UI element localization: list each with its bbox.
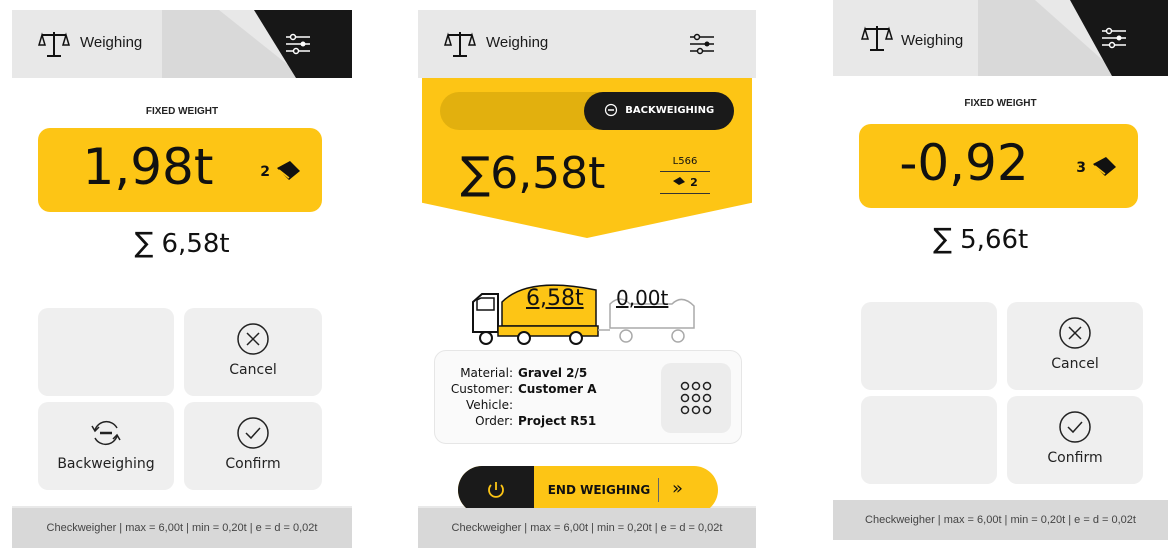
weighing-card: FIXED WEIGHT 1,98t 2 ∑ 6,58t Cancel Back… bbox=[12, 78, 352, 506]
sum-weight-line: ∑ 5,66t bbox=[833, 222, 1168, 255]
bucket-count: 2 bbox=[690, 176, 698, 189]
keypad-button[interactable] bbox=[661, 363, 731, 433]
bucket-icon bbox=[1093, 157, 1116, 176]
truck-weight: 6,58t bbox=[526, 286, 584, 311]
sigma-icon: ∑ bbox=[933, 222, 952, 255]
power-icon bbox=[488, 482, 504, 498]
total-weight-value: 6,58t bbox=[490, 148, 606, 199]
total-weight: ∑6,58t bbox=[418, 148, 648, 199]
toggle-knob: BACKWEIGHING bbox=[584, 92, 734, 130]
end-weighing-bar[interactable]: END WEIGHING » bbox=[458, 466, 718, 514]
order-row: Order: Project R51 bbox=[475, 414, 597, 428]
scale-icon bbox=[444, 32, 476, 57]
sum-weight: 6,58t bbox=[161, 229, 230, 259]
current-weight: 1,98t bbox=[82, 138, 214, 196]
power-button[interactable] bbox=[458, 466, 534, 514]
current-weight: -0,92 bbox=[899, 134, 1029, 192]
backweighing-button[interactable]: Backweighing bbox=[38, 402, 174, 490]
mode-label: FIXED WEIGHT bbox=[964, 98, 1037, 109]
app-title: Weighing bbox=[80, 34, 143, 51]
bucket-icon bbox=[673, 177, 686, 185]
toggle-label: BACKWEIGHING bbox=[625, 105, 715, 116]
backweighing-toggle[interactable]: BACKWEIGHING bbox=[440, 92, 734, 130]
truck-illustration bbox=[472, 284, 695, 345]
app-header: Weighing bbox=[418, 10, 756, 78]
cancel-label: Cancel bbox=[1051, 356, 1099, 372]
scale-icon bbox=[38, 32, 70, 57]
status-footer: Checkweigher | max = 6,00t | min = 0,20t… bbox=[833, 500, 1168, 540]
status-footer: Checkweigher | max = 6,00t | min = 0,20t… bbox=[418, 508, 756, 548]
backweighing-icon bbox=[91, 420, 121, 446]
empty-tile bbox=[861, 302, 997, 390]
phone-screen-fixed-weight: Weighing FIXED WEIGHT 1,98t 2 ∑ 6,58t Ca… bbox=[12, 10, 352, 548]
cancel-button[interactable]: Cancel bbox=[184, 308, 322, 396]
backweighing-label: Backweighing bbox=[57, 456, 155, 472]
sum-weight-line: ∑ 6,58t bbox=[12, 226, 352, 259]
current-weight-box: -0,92 3 bbox=[859, 124, 1138, 208]
keypad-grid-icon bbox=[680, 381, 712, 415]
loader-info: L566 2 bbox=[660, 156, 710, 198]
loader-id: L566 bbox=[672, 156, 698, 167]
confirm-label: Confirm bbox=[225, 456, 281, 472]
sum-weight: 5,66t bbox=[960, 225, 1029, 255]
settings-sliders-icon[interactable] bbox=[688, 32, 716, 56]
sigma-icon: ∑ bbox=[134, 226, 154, 259]
settings-sliders-icon[interactable] bbox=[284, 32, 312, 56]
customer-row: Customer: Customer A bbox=[450, 382, 597, 396]
bucket-icon bbox=[277, 161, 300, 180]
bucket-count: 3 bbox=[1076, 160, 1086, 176]
scale-icon bbox=[861, 26, 893, 51]
app-title: Weighing bbox=[486, 34, 549, 51]
settings-sliders-icon[interactable] bbox=[1100, 26, 1128, 50]
sigma-icon: ∑ bbox=[460, 148, 491, 199]
vehicle-row: Vehicle: bbox=[466, 398, 513, 412]
confirm-button[interactable]: Confirm bbox=[184, 402, 322, 490]
bucket-count: 2 bbox=[260, 164, 270, 180]
backweighing-icon bbox=[604, 103, 617, 117]
empty-tile bbox=[38, 308, 174, 396]
order-info-card: Material: Gravel 2/5 Customer: Customer A … bbox=[434, 350, 742, 444]
check-circle-icon bbox=[1059, 411, 1091, 443]
empty-tile bbox=[861, 396, 997, 484]
phone-screen-backweighing: Weighing BACKWEIGHING ∑6,58t L566 2 6,58… bbox=[418, 10, 756, 548]
confirm-label: Confirm bbox=[1047, 450, 1103, 466]
app-header: Weighing bbox=[833, 0, 1168, 76]
current-weight-box: 1,98t 2 bbox=[38, 128, 322, 212]
close-circle-icon bbox=[237, 323, 269, 355]
status-footer: Checkweigher | max = 6,00t | min = 0,20t… bbox=[12, 508, 352, 548]
end-weighing-label: END WEIGHING bbox=[547, 483, 651, 497]
check-circle-icon bbox=[237, 417, 269, 449]
material-row: Material: Gravel 2/5 bbox=[460, 366, 588, 380]
app-header: Weighing bbox=[12, 10, 352, 78]
phone-screen-fixed-weight-negative: Weighing FIXED WEIGHT -0,92 3 ∑ 5,66t Ca… bbox=[833, 0, 1168, 540]
cancel-label: Cancel bbox=[229, 362, 277, 378]
bucket-count-line: 2 bbox=[660, 176, 710, 189]
weighing-card: FIXED WEIGHT -0,92 3 ∑ 5,66t Cancel Conf… bbox=[833, 76, 1168, 500]
mode-label: FIXED WEIGHT bbox=[145, 106, 219, 117]
chevron-double-right-icon: » bbox=[672, 478, 684, 499]
close-circle-icon bbox=[1059, 317, 1091, 349]
app-title: Weighing bbox=[901, 32, 964, 49]
confirm-button[interactable]: Confirm bbox=[1007, 396, 1143, 484]
cancel-button[interactable]: Cancel bbox=[1007, 302, 1143, 390]
trailer-weight: 0,00t bbox=[616, 286, 669, 310]
